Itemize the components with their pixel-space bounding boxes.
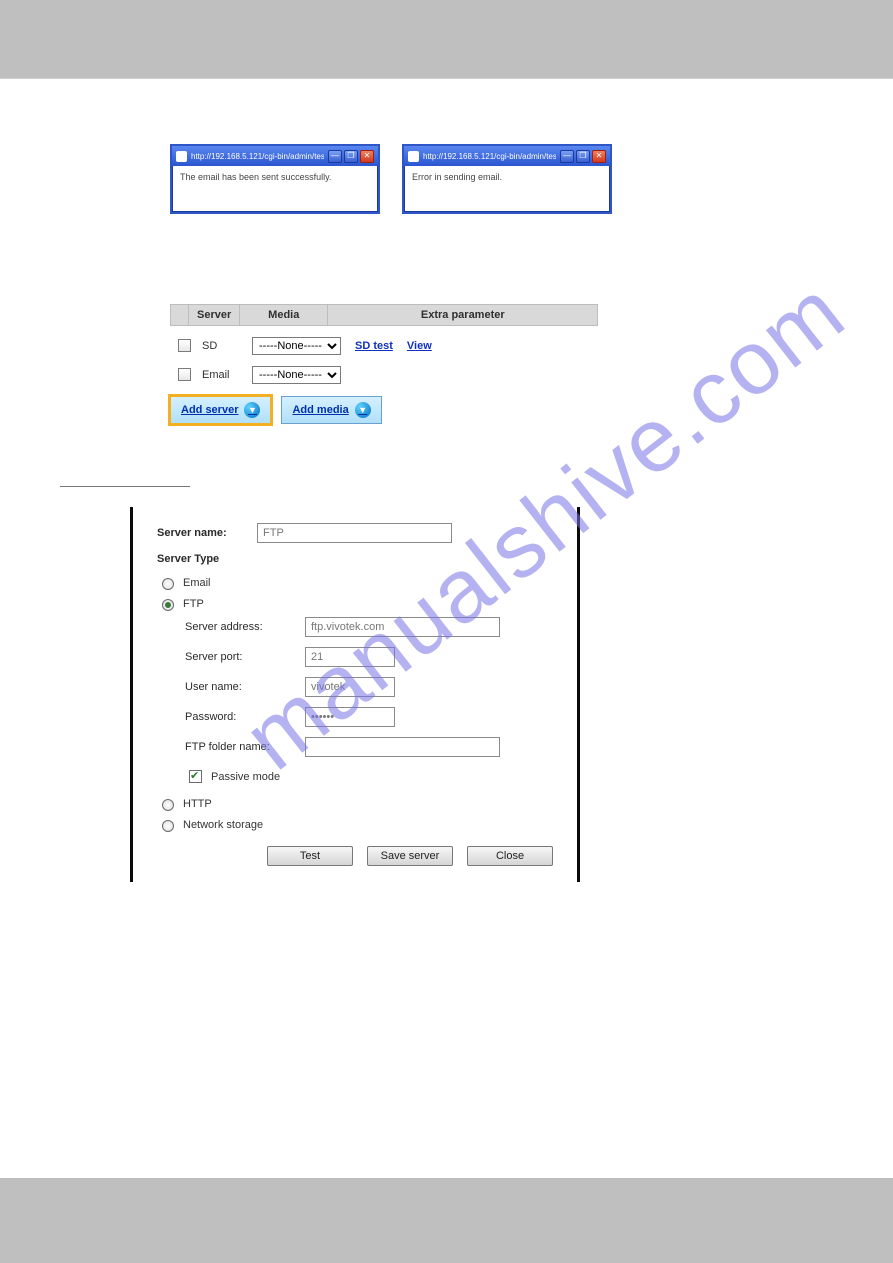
test-button[interactable]: Test: [267, 846, 353, 866]
radio-email[interactable]: [162, 578, 174, 590]
ftp-user-label: User name:: [185, 681, 305, 693]
popup-titlebar: http://192.168.5.121/cgi-bin/admin/tests…: [172, 146, 378, 166]
col-server: Server: [189, 305, 240, 326]
ftp-password-input[interactable]: [305, 707, 395, 727]
popup-body: The email has been sent successfully.: [172, 166, 378, 212]
window-min-button[interactable]: —: [560, 150, 574, 163]
window-close-button[interactable]: ✕: [592, 150, 606, 163]
window-min-button[interactable]: —: [328, 150, 342, 163]
ie-icon: [408, 151, 419, 162]
ftp-address-input[interactable]: [305, 617, 500, 637]
col-checkbox: [171, 305, 189, 326]
ftp-port-label: Server port:: [185, 651, 305, 663]
ftp-port-input[interactable]: [305, 647, 395, 667]
footer-band: [0, 1178, 893, 1263]
ie-icon: [176, 151, 187, 162]
add-server-label: Add server: [181, 404, 238, 416]
save-server-button[interactable]: Save server: [367, 846, 453, 866]
passive-mode-checkbox[interactable]: [189, 770, 202, 783]
popup-titlebar: http://192.168.5.121/cgi-bin/admin/tests…: [404, 146, 610, 166]
radio-http[interactable]: [162, 799, 174, 811]
window-close-button[interactable]: ✕: [360, 150, 374, 163]
media-select[interactable]: -----None-----: [252, 337, 341, 355]
add-media-button[interactable]: Add media ▼: [281, 396, 381, 424]
server-name-input[interactable]: [257, 523, 452, 543]
ftp-subsection: Server address: Server port: User name: …: [185, 617, 553, 786]
view-link[interactable]: View: [407, 340, 432, 352]
sd-test-link[interactable]: SD test: [355, 340, 393, 352]
radio-http-label: HTTP: [183, 798, 212, 810]
media-select[interactable]: -----None-----: [252, 366, 341, 384]
separator: [60, 486, 190, 487]
passive-mode-label: Passive mode: [211, 771, 280, 783]
popup-body: Error in sending email.: [404, 166, 610, 212]
server-table-area: Server Media Extra parameter SD -----Non…: [170, 304, 820, 424]
chevron-down-icon: ▼: [355, 402, 371, 418]
window-max-button[interactable]: ❐: [344, 150, 358, 163]
add-media-label: Add media: [292, 404, 348, 416]
row-checkbox[interactable]: [178, 339, 191, 352]
radio-network-storage[interactable]: [162, 820, 174, 832]
popup-title-text: http://192.168.5.121/cgi-bin/admin/tests…: [191, 152, 324, 161]
page: manualshive.com http://192.168.5.121/cgi…: [0, 78, 893, 1178]
window-max-button[interactable]: ❐: [576, 150, 590, 163]
chevron-down-icon: ▼: [244, 402, 260, 418]
table-row: SD -----None----- SD test View: [170, 336, 820, 355]
ftp-folder-label: FTP folder name:: [185, 741, 305, 753]
ftp-address-label: Server address:: [185, 621, 305, 633]
ftp-folder-input[interactable]: [305, 737, 500, 757]
popup-row: http://192.168.5.121/cgi-bin/admin/tests…: [170, 144, 820, 214]
add-server-button[interactable]: Add server ▼: [170, 396, 271, 424]
col-media: Media: [240, 305, 328, 326]
col-extra: Extra parameter: [328, 305, 598, 326]
radio-email-label: Email: [183, 577, 211, 589]
ftp-user-input[interactable]: [305, 677, 395, 697]
row-server-label: Email: [202, 369, 244, 381]
server-name-label: Server name:: [157, 527, 257, 539]
server-table-header: Server Media Extra parameter: [170, 304, 598, 326]
popup-title-text: http://192.168.5.121/cgi-bin/admin/tests…: [423, 152, 556, 161]
server-type-title: Server Type: [157, 553, 553, 565]
ftp-password-label: Password:: [185, 711, 305, 723]
radio-ftp[interactable]: [162, 599, 174, 611]
table-row: Email -----None-----: [170, 365, 820, 384]
popup-error: http://192.168.5.121/cgi-bin/admin/tests…: [402, 144, 612, 214]
row-checkbox[interactable]: [178, 368, 191, 381]
row-server-label: SD: [202, 340, 244, 352]
popup-success: http://192.168.5.121/cgi-bin/admin/tests…: [170, 144, 380, 214]
top-band: [0, 0, 893, 78]
radio-ftp-label: FTP: [183, 598, 204, 610]
server-form: Server name: Server Type Email FTP Serve…: [130, 507, 580, 882]
close-button[interactable]: Close: [467, 846, 553, 866]
radio-ns-label: Network storage: [183, 819, 263, 831]
